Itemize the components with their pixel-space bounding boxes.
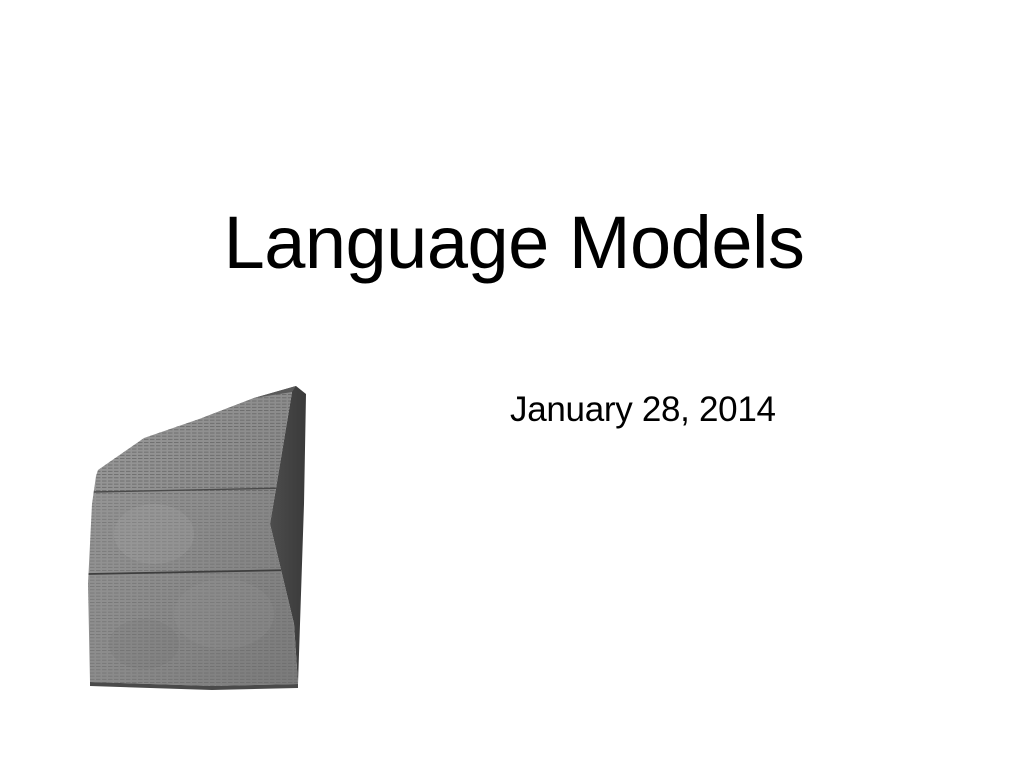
rosetta-stone-image [88, 386, 306, 690]
slide: Language Models January 28, 2014 [0, 0, 1028, 772]
slide-date: January 28, 2014 [510, 390, 776, 429]
slide-title: Language Models [223, 201, 805, 284]
